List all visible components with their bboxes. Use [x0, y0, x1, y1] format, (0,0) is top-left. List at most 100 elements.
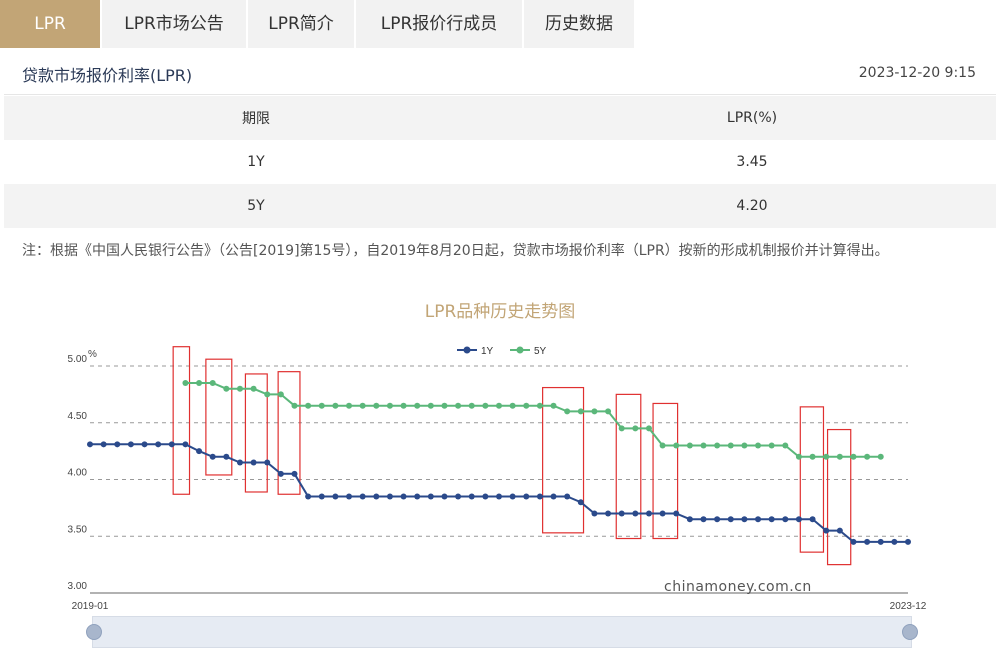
data-point-1y [905, 538, 911, 545]
data-point-1y [441, 493, 448, 500]
highlight-box [615, 393, 642, 540]
footnote: 注：根据《中国人民银行公告》（公告[2019]第15号），自2019年8月20日… [22, 243, 889, 259]
data-point-5y [864, 453, 871, 460]
data-point-5y [714, 442, 721, 449]
data-point-5y [686, 442, 693, 449]
data-point-5y [877, 453, 884, 460]
data-point-5y [305, 402, 312, 409]
zoom-handle-right[interactable] [902, 624, 918, 640]
data-point-1y [346, 493, 353, 500]
zoom-handle-left[interactable] [86, 624, 102, 640]
y-tick-label: 3.00 [68, 581, 88, 592]
data-point-1y [605, 510, 612, 517]
data-point-5y [618, 425, 625, 432]
cell-term: 1Y [247, 154, 265, 170]
data-point-1y [523, 493, 530, 500]
data-point-1y [100, 441, 107, 448]
data-point-1y [359, 493, 366, 500]
y-axis-unit: % [88, 349, 97, 360]
data-point-5y [795, 453, 802, 460]
data-point-1y [768, 516, 775, 523]
data-point-1y [645, 510, 652, 517]
x-tick-label: 2019-01 [72, 601, 109, 612]
data-point-1y [305, 493, 312, 500]
data-point-1y [864, 538, 871, 545]
page-title: 贷款市场报价利率(LPR) [22, 66, 193, 85]
data-point-5y [509, 402, 516, 409]
data-point-5y [523, 402, 530, 409]
data-point-1y [823, 527, 830, 534]
tab-history-data[interactable]: 历史数据 [524, 0, 634, 48]
data-point-5y [605, 408, 612, 415]
data-point-5y [741, 442, 748, 449]
col-header-lpr: LPR(%) [508, 96, 996, 140]
tab-lpr-intro[interactable]: LPR简介 [248, 0, 354, 48]
highlight-box [172, 346, 191, 495]
data-point-1y [741, 516, 748, 523]
data-point-5y [277, 391, 284, 398]
tab-lpr-market-announcement[interactable]: LPR市场公告 [102, 0, 246, 48]
data-point-5y [727, 442, 734, 449]
data-point-5y [318, 402, 325, 409]
cell-term: 5Y [4, 184, 508, 228]
legend-marker-5y [516, 346, 524, 354]
highlight-box [826, 428, 852, 566]
data-point-5y [823, 453, 830, 460]
data-point-1y [223, 453, 230, 460]
lpr-history-chart: 5.00 4.50 4.00 3.50 3.00% 2019-01 2023-12 1Y 5Y [68, 346, 927, 612]
data-point-1y [400, 493, 407, 500]
data-point-5y [645, 425, 652, 432]
data-point-1y [700, 516, 707, 523]
data-point-5y [591, 408, 598, 415]
data-point-1y [414, 493, 421, 500]
zoom-slider[interactable] [92, 616, 912, 648]
cell-rate: 4.20 [508, 184, 996, 228]
y-tick-label: 3.50 [68, 524, 88, 535]
data-point-1y [891, 538, 898, 545]
data-point-1y [196, 448, 203, 455]
data-point-5y [700, 442, 707, 449]
data-point-1y [795, 516, 802, 523]
table-row: 1Y 3.45 [4, 140, 996, 184]
data-point-1y [809, 516, 816, 523]
legend-label: 1Y [481, 346, 494, 357]
data-point-5y [414, 402, 421, 409]
data-point-1y [632, 510, 639, 517]
data-point-5y [250, 385, 257, 392]
legend-label: 5Y [534, 346, 547, 357]
data-point-1y [482, 493, 489, 500]
data-point-5y [223, 385, 230, 392]
data-point-1y [618, 510, 625, 517]
table-row: 5Y 4.20 [4, 184, 996, 228]
data-point-5y [196, 380, 203, 387]
tab-bar: LPR LPR市场公告 LPR简介 LPR报价行成员 历史数据 [0, 0, 636, 48]
data-point-1y [209, 453, 216, 460]
data-point-5y [264, 391, 271, 398]
watermark: chinamoney.com.cn [664, 579, 812, 595]
data-point-1y [877, 538, 884, 545]
data-point-5y [850, 453, 857, 460]
data-point-5y [291, 402, 298, 409]
data-point-5y [373, 402, 380, 409]
data-point-5y [182, 380, 189, 387]
data-point-5y [468, 402, 475, 409]
data-point-5y [659, 442, 666, 449]
data-point-5y [782, 442, 789, 449]
data-point-5y [482, 402, 489, 409]
data-point-1y [236, 459, 243, 466]
data-point-1y [564, 493, 571, 500]
data-point-5y [536, 402, 543, 409]
data-point-5y [673, 442, 680, 449]
data-point-1y [714, 516, 721, 523]
data-point-5y [632, 425, 639, 432]
legend-marker-1y [463, 346, 471, 354]
tab-lpr-quoting-banks[interactable]: LPR报价行成员 [356, 0, 522, 48]
data-point-1y [168, 441, 175, 448]
data-point-1y [509, 493, 516, 500]
data-point-1y [591, 510, 598, 517]
data-point-1y [577, 499, 584, 506]
tab-lpr[interactable]: LPR [0, 0, 100, 48]
data-point-1y [291, 470, 298, 477]
data-point-1y [536, 493, 543, 500]
data-point-1y [686, 516, 693, 523]
